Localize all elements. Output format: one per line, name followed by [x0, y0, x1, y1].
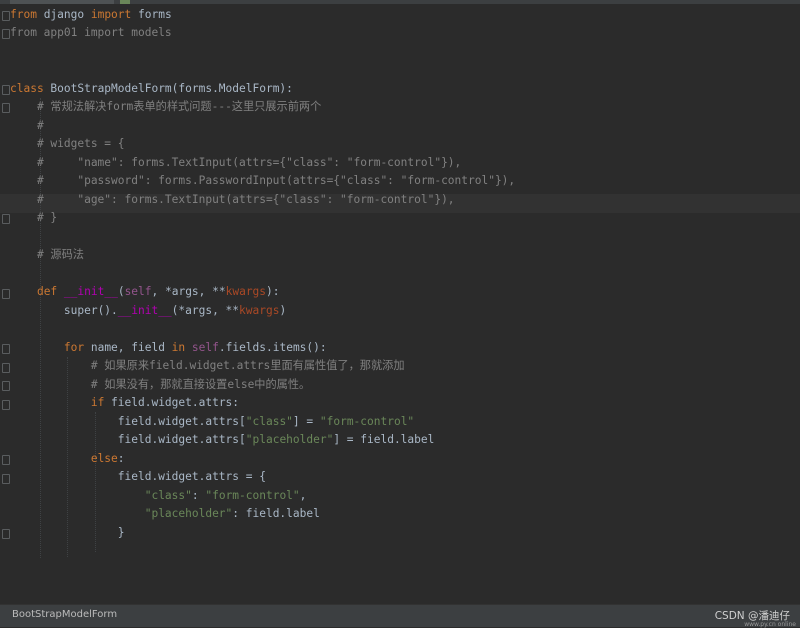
- breadcrumb[interactable]: BootStrapModelForm: [12, 609, 117, 620]
- keyword: else: [90, 452, 118, 465]
- code-token: ): [279, 304, 287, 317]
- dunder-method: __init__: [117, 304, 172, 317]
- code-token: field.widget.attrs[: [117, 433, 246, 446]
- keyword: in: [171, 341, 186, 354]
- fold-marker[interactable]: [2, 455, 10, 465]
- code-line[interactable]: class BootStrapModelForm(forms.ModelForm…: [10, 80, 293, 99]
- string-literal: "class": [245, 415, 293, 428]
- code-comment[interactable]: # 如果没有，那就直接设置else中的属性。: [10, 376, 310, 395]
- code-line[interactable]: }: [10, 524, 125, 543]
- code-token: field.widget.attrs:: [104, 396, 240, 409]
- string-literal: "class": [144, 489, 192, 502]
- string-literal: "placeholder": [144, 507, 233, 520]
- string-literal: "form-control": [205, 489, 300, 502]
- code-comment[interactable]: #: [10, 117, 44, 136]
- keyword: from: [10, 8, 37, 21]
- code-comment[interactable]: # "age": forms.TextInput(attrs={"class":…: [10, 191, 455, 210]
- code-comment[interactable]: # 常规法解决form表单的样式问题---这里只展示前两个: [10, 98, 321, 117]
- code-token: django: [36, 8, 91, 21]
- code-line[interactable]: if field.widget.attrs:: [10, 394, 239, 413]
- fold-marker[interactable]: [2, 11, 10, 21]
- fold-marker[interactable]: [2, 344, 10, 354]
- fold-marker[interactable]: [2, 289, 10, 299]
- fold-marker[interactable]: [2, 529, 10, 539]
- code-line[interactable]: def __init__(self, *args, **kwargs):: [10, 283, 280, 302]
- code-token: (*args, **: [171, 304, 240, 317]
- code-comment[interactable]: # 源码法: [10, 246, 84, 265]
- code-line[interactable]: for name, field in self.fields.items():: [10, 339, 327, 358]
- fold-marker[interactable]: [2, 214, 10, 224]
- keyword: class: [10, 82, 44, 95]
- code-token: ):: [266, 285, 280, 298]
- code-comment[interactable]: # "name": forms.TextInput(attrs={"class"…: [10, 154, 461, 173]
- code-token: : field.label: [232, 507, 320, 520]
- self-keyword: self: [124, 285, 152, 298]
- code-token: forms: [131, 8, 172, 21]
- code-token: name, field: [84, 341, 172, 354]
- fold-marker[interactable]: [2, 400, 10, 410]
- keyword: for: [63, 341, 85, 354]
- fold-marker[interactable]: [2, 29, 10, 39]
- code-token: super().: [63, 304, 118, 317]
- code-line[interactable]: "class": "form-control",: [10, 487, 307, 506]
- string-literal: "form-control": [319, 415, 415, 428]
- code-line[interactable]: super().__init__(*args, **kwargs): [10, 302, 286, 321]
- fold-marker[interactable]: [2, 363, 10, 373]
- code-line[interactable]: field.widget.attrs = {: [10, 468, 266, 487]
- code-token: ] =: [292, 415, 320, 428]
- code-comment[interactable]: # }: [10, 209, 57, 228]
- code-comment[interactable]: # 如果原来field.widget.attrs里面有属性值了，那就添加: [10, 357, 405, 376]
- code-token: , *args, **: [151, 285, 226, 298]
- string-literal: "placeholder": [245, 433, 334, 446]
- keyword: import: [90, 8, 132, 21]
- code-comment[interactable]: # "password": forms.PasswordInput(attrs=…: [10, 172, 515, 191]
- code-token: ] = field.label: [333, 433, 435, 446]
- watermark-sub: www.py.cn online: [744, 621, 796, 628]
- self-keyword: self: [191, 341, 219, 354]
- code-token: (: [117, 285, 125, 298]
- code-editor[interactable]: from django import forms from app01 impo…: [0, 4, 800, 604]
- keyword: if: [90, 396, 105, 409]
- code-line[interactable]: from django import forms: [10, 6, 172, 25]
- fold-marker[interactable]: [2, 103, 10, 113]
- code-comment[interactable]: # widgets = {: [10, 135, 125, 154]
- code-token: BootStrapModelForm(forms.ModelForm):: [43, 82, 293, 95]
- code-token: ,: [299, 489, 307, 502]
- code-line[interactable]: else:: [10, 450, 125, 469]
- fold-marker[interactable]: [2, 381, 10, 391]
- code-line-unused-import[interactable]: from app01 import models: [10, 24, 172, 43]
- code-token: :: [191, 489, 206, 502]
- parameter: kwargs: [239, 304, 280, 317]
- code-token: :: [117, 452, 125, 465]
- code-line[interactable]: field.widget.attrs["placeholder"] = fiel…: [10, 431, 435, 450]
- parameter: kwargs: [225, 285, 267, 298]
- status-bar: BootStrapModelForm CSDN @潘迪仔 www.py.cn o…: [0, 604, 800, 628]
- keyword: def: [36, 285, 58, 298]
- code-token: field.widget.attrs[: [117, 415, 246, 428]
- code-line[interactable]: "placeholder": field.label: [10, 505, 320, 524]
- dunder-method: __init__: [63, 285, 118, 298]
- code-line[interactable]: field.widget.attrs["class"] = "form-cont…: [10, 413, 414, 432]
- fold-marker[interactable]: [2, 474, 10, 484]
- code-token: .fields.items():: [218, 341, 327, 354]
- fold-marker[interactable]: [2, 85, 10, 95]
